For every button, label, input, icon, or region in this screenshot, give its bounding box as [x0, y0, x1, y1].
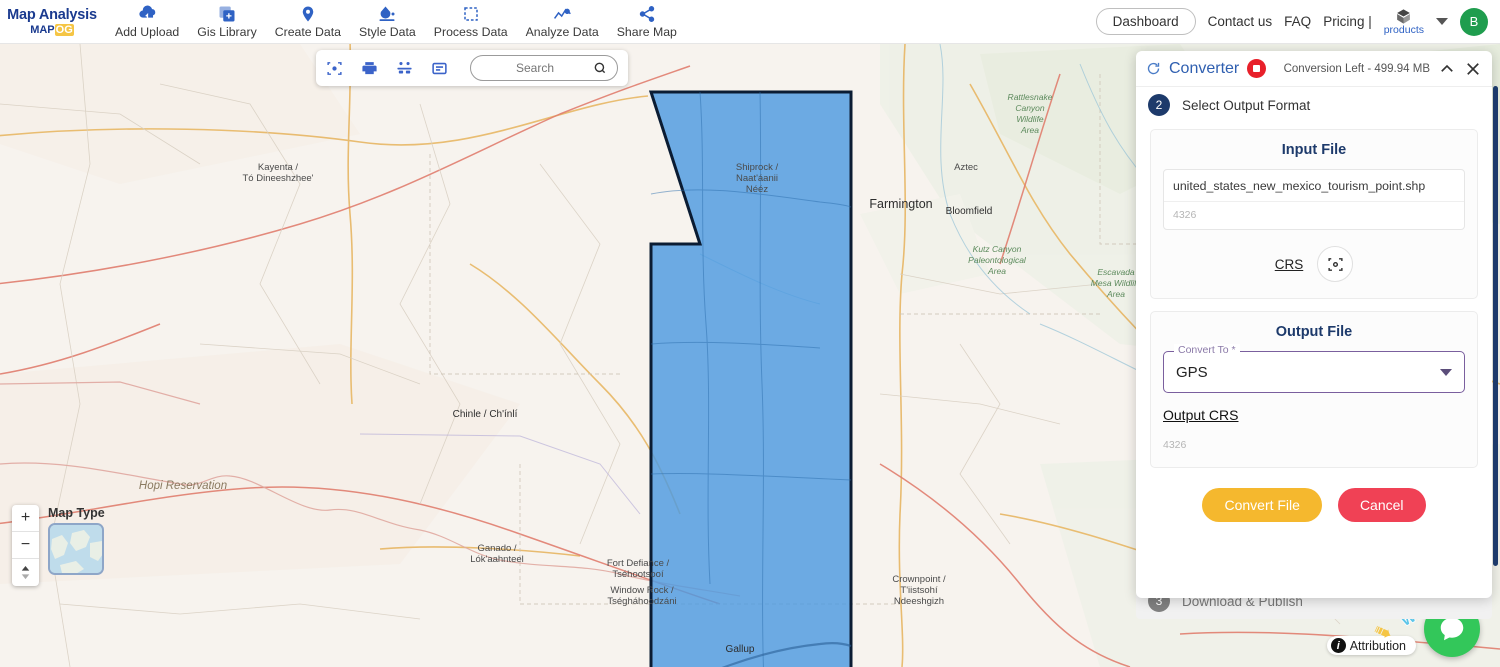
collapse-icon[interactable]: [1438, 60, 1456, 78]
nav-item-gis-library[interactable]: Gis Library: [188, 2, 265, 41]
brand-subtitle: MAPOG: [4, 23, 100, 37]
selected-polygon: [648, 90, 853, 667]
nav-item-add-upload[interactable]: Add Upload: [106, 2, 188, 41]
products-label: products: [1383, 23, 1424, 36]
dashboard-button[interactable]: Dashboard: [1095, 8, 1196, 35]
nav-item-analyze-data[interactable]: Analyze Data: [517, 2, 608, 41]
contact-us-link[interactable]: Contact us: [1208, 14, 1273, 29]
map-pin-icon: [299, 4, 317, 24]
nav-item-create-data[interactable]: Create Data: [266, 2, 350, 41]
nav-label: Create Data: [274, 25, 342, 39]
pricing-link[interactable]: Pricing |: [1323, 14, 1372, 29]
print-icon[interactable]: [361, 60, 378, 77]
zoom-controls[interactable]: + −: [12, 505, 39, 586]
nav-items: Add Upload Gis Library Create Data Style…: [106, 2, 686, 41]
output-crs-value: 4326: [1163, 439, 1187, 451]
crs-link[interactable]: CRS: [1275, 257, 1304, 272]
library-add-icon: [218, 4, 236, 24]
convert-to-legend: Convert To *: [1174, 344, 1240, 356]
nav-label: Gis Library: [197, 25, 257, 39]
map-type-label: Map Type: [48, 506, 105, 520]
share-icon: [638, 4, 656, 24]
nav-item-process-data[interactable]: Process Data: [425, 2, 517, 41]
cloud-upload-icon: [138, 4, 157, 24]
compass-button[interactable]: [12, 559, 39, 586]
record-button[interactable]: [1247, 59, 1267, 78]
box-package-icon: [1395, 8, 1412, 25]
faq-link[interactable]: FAQ: [1284, 14, 1311, 29]
nav-label: Add Upload: [115, 25, 180, 39]
conversion-left-label: Conversion Left - 499.94 MB: [1283, 62, 1430, 75]
convert-file-button[interactable]: Convert File: [1202, 488, 1322, 522]
search-icon[interactable]: [593, 61, 607, 75]
output-file-heading: Output File: [1275, 324, 1353, 340]
top-navigation-bar: Map Analysis MAPOG Add Upload Gis Librar…: [0, 0, 1500, 44]
chevron-down-icon[interactable]: [1440, 368, 1452, 376]
brand-title: Map Analysis: [7, 6, 97, 23]
nav-label: Share Map: [616, 25, 677, 39]
input-crs-row: CRS: [1163, 246, 1465, 282]
convert-to-select[interactable]: GPS: [1163, 351, 1465, 393]
compare-icon[interactable]: [396, 60, 413, 77]
nav-label: Analyze Data: [525, 25, 599, 39]
input-file-field[interactable]: united_states_new_mexico_tourism_point.s…: [1163, 169, 1465, 230]
output-crs-link[interactable]: Output CRS: [1163, 407, 1238, 423]
step-2-header[interactable]: 2 Select Output Format: [1136, 87, 1492, 123]
map-type-control[interactable]: Map Type: [48, 506, 105, 575]
step-2-label: Select Output Format: [1182, 97, 1311, 113]
input-filename: united_states_new_mexico_tourism_point.s…: [1164, 170, 1464, 202]
map-toolbar[interactable]: [316, 50, 628, 86]
products-menu[interactable]: products: [1384, 8, 1424, 36]
legend-icon[interactable]: [431, 60, 448, 77]
refresh-icon[interactable]: [1146, 61, 1161, 76]
close-icon[interactable]: [1464, 60, 1482, 78]
info-icon: i: [1330, 638, 1346, 653]
nav-item-share-map[interactable]: Share Map: [608, 2, 686, 41]
input-crs-value: 4326: [1173, 209, 1197, 221]
search-input[interactable]: [485, 61, 585, 75]
analytics-icon: [553, 4, 572, 24]
chevron-down-icon[interactable]: [1436, 18, 1448, 25]
panel-title: Converter: [1169, 59, 1240, 77]
input-file-card: Input File united_states_new_mexico_tour…: [1150, 129, 1478, 299]
polygon-edit-icon: [462, 4, 480, 24]
convert-to-select-wrap: Convert To * GPS: [1163, 344, 1465, 393]
converter-panel-header: Converter Conversion Left - 499.94 MB: [1136, 51, 1492, 87]
crop-target-icon[interactable]: [1317, 246, 1354, 282]
nav-label: Style Data: [359, 25, 416, 39]
map-type-thumbnail[interactable]: [48, 523, 104, 575]
focus-target-icon[interactable]: [326, 60, 343, 77]
avatar[interactable]: B: [1460, 7, 1488, 36]
nav-item-style-data[interactable]: Style Data: [350, 2, 425, 41]
panel-scrollbar[interactable]: [1493, 86, 1498, 566]
map-search-box[interactable]: [470, 55, 618, 81]
zoom-in-button[interactable]: +: [12, 505, 39, 532]
brand-sub-prefix: MAP: [30, 23, 55, 36]
zoom-out-button[interactable]: −: [12, 532, 39, 559]
convert-to-value: GPS: [1176, 363, 1208, 381]
converter-panel: Converter Conversion Left - 499.94 MB 2 …: [1136, 51, 1492, 598]
nav-label: Process Data: [433, 25, 508, 39]
app-root: Kayenta / Tó Dineeshzhee' Shiprock / Naat…: [0, 0, 1500, 667]
nav-right-group: Dashboard Contact us FAQ Pricing | produ…: [1095, 7, 1500, 36]
paint-drop-icon: [378, 4, 396, 24]
step-2-number: 2: [1148, 94, 1170, 116]
brand-logo[interactable]: Map Analysis MAPOG: [0, 7, 100, 37]
input-file-heading: Input File: [1281, 142, 1347, 158]
output-file-card: Output File Convert To * GPS Output CRS …: [1150, 311, 1478, 468]
panel-action-buttons: Convert File Cancel: [1136, 488, 1492, 522]
cancel-button[interactable]: Cancel: [1337, 488, 1426, 522]
brand-sub-suffix: OG: [54, 23, 74, 36]
